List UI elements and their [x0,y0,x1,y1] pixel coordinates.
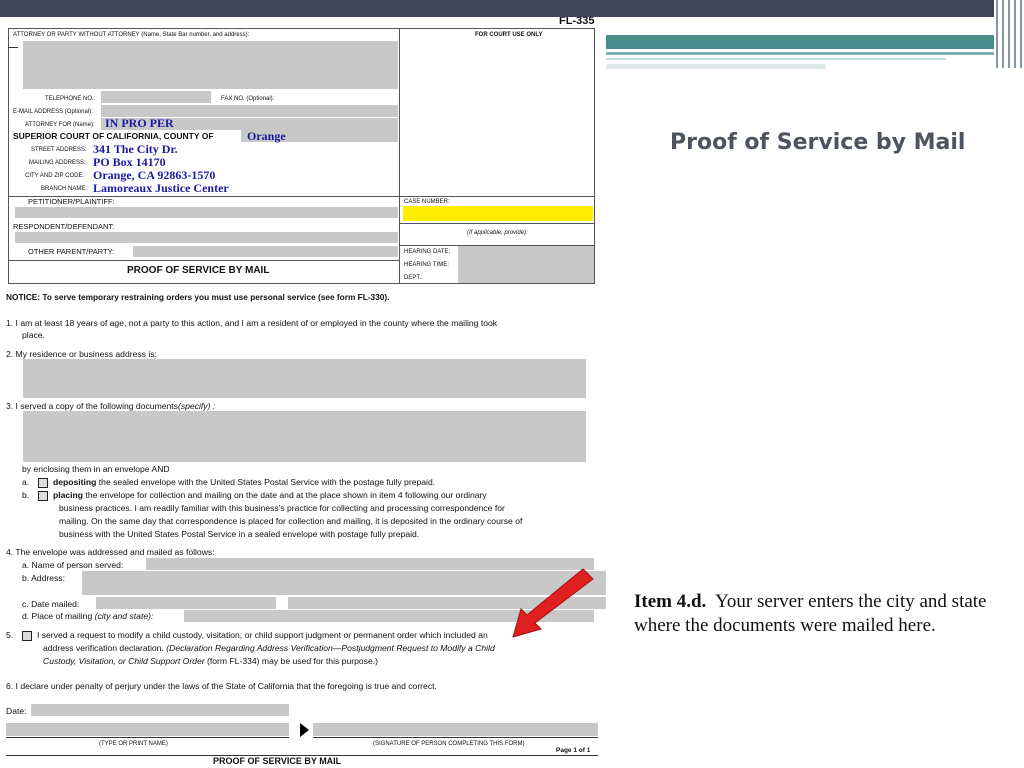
item-b: b. placing the envelope for collection a… [22,489,487,502]
accent-band [604,35,994,49]
cityzip-label: CITY AND ZIP CODE: [25,173,85,179]
county-value: Orange [247,129,286,143]
attorney-name-field[interactable] [23,41,398,89]
item-5-text-3b: (form FL-334) may be used for this purpo… [207,656,378,666]
hearing-fields[interactable] [458,246,594,283]
page-number: Page 1 of 1 [556,747,591,754]
item-4: 4. The envelope was addressed and mailed… [6,547,215,557]
caption-item-label: Item 4.d. [634,591,707,612]
signature-label: (SIGNATURE OF PERSON COMPLETING THIS FOR… [373,741,525,747]
attorney-for-label: ATTORNEY FOR (Name): [25,122,95,128]
red-arrow-icon [512,568,594,638]
item-4d: d. Place of mailing (city and state): [22,610,153,623]
placing-checkbox[interactable] [37,490,48,501]
item-4a: a. Name of person served: [22,560,124,570]
court-label: SUPERIOR COURT OF CALIFORNIA, COUNTY OF [13,131,214,141]
attorney-header: ATTORNEY OR PARTY WITHOUT ATTORNEY (Name… [13,32,250,38]
street-label: STREET ADDRESS: [31,147,87,153]
slide-caption: Item 4.d. Your server enters the city an… [634,590,994,638]
item-a-text: the sealed envelope with the United Stat… [98,477,436,487]
item-4b: b. Address: [22,573,65,583]
footer-title: PROOF OF SERVICE BY MAIL [213,756,342,766]
item-5-line-3: Custody, Visitation, or Child Support Or… [43,655,378,668]
dept-label: DEPT.: [404,275,423,281]
item-5-text-2a: address verification declaration. [43,643,164,653]
branch-label: BRANCH NAME: [41,186,88,192]
margin-mark [8,47,18,48]
doc-title: PROOF OF SERVICE BY MAIL [127,265,270,276]
accent-line [606,52,996,55]
type-name-label: (TYPE OR PRINT NAME) [99,741,168,747]
item-b-text-1: the envelope for collection and mailing … [85,490,487,500]
documents-field[interactable] [23,411,586,462]
item-3-specify: (specify) : [177,401,216,411]
item-5-text-1: I served a request to modify a child cus… [36,630,488,640]
date-label: Date: [6,706,27,716]
enclosing-text: by enclosing them in an envelope AND [22,464,170,474]
item-5-text-3a: Custody, Visitation, or Child Support Or… [43,656,205,666]
item-a: a. depositing the sealed envelope with t… [22,476,435,489]
fax-label: FAX NO. (Optional): [221,96,275,102]
signature-line [6,737,289,738]
divider [8,260,400,261]
item-b-bold: placing [52,490,84,500]
respondent-field[interactable] [15,232,398,243]
item-1: 1. I am at least 18 years of age, not a … [6,318,498,328]
telephone-field[interactable] [101,91,211,103]
top-bar [0,0,1024,17]
other-parent-label: OTHER PARENT/PARTY: [28,247,115,256]
item-6: 6. I declare under penalty of perjury un… [6,681,437,691]
item-5: 5. I served a request to modify a child … [6,629,488,642]
item-b-text-2: business practices. I am readily familia… [59,503,505,513]
item-5-text-2b: (Declaration Regarding Address Verificat… [166,643,495,653]
sign-arrow-icon [300,723,309,737]
other-parent-field[interactable] [133,246,398,257]
email-label: E-MAIL ADDRESS (Optional): [13,109,93,115]
signature-line [313,737,598,738]
item-1-continued: place. [22,330,45,340]
accent-line-light [606,58,946,60]
hearing-date-label: HEARING DATE: [404,249,451,255]
respondent-label: RESPONDENT/DEFENDANT: [13,222,115,231]
item-b-label: b. [22,490,30,500]
court-use-label: FOR COURT USE ONLY [475,32,543,38]
court-use-box [399,28,595,197]
petitioner-field[interactable] [15,207,398,218]
item-4d-text: d. Place of mailing [22,611,93,621]
depositing-checkbox[interactable] [37,477,48,488]
divider [399,223,595,224]
branch-value: Lamoreaux Justice Center [93,181,229,195]
item-b-text-3: mailing. On the same day that correspond… [59,516,523,526]
item-3-text: 3. I served a copy of the following docu… [6,401,178,411]
item-a-bold: depositing [52,477,97,487]
case-number-field[interactable] [403,206,593,221]
item-5-line-2: address verification declaration. (Decla… [43,642,495,655]
signature-field[interactable] [313,723,598,736]
court-form: FL-335 ATTORNEY OR PARTY WITHOUT ATTORNE… [3,17,606,768]
item-4d-italic: (city and state): [94,611,154,621]
item-b-text-4: business with the United States Postal S… [59,529,420,539]
telephone-label: TELEPHONE NO.: [45,96,96,102]
hearing-time-label: HEARING TIME: [404,262,449,268]
item-4c: c. Date mailed: [22,599,80,609]
item-5-checkbox[interactable] [21,630,32,641]
item-a-label: a. [22,477,30,487]
item-5-num: 5. [6,630,14,640]
print-name-field[interactable] [6,723,289,736]
form-number: FL-335 [559,17,595,27]
if-applicable-label: (If applicable, provide): [467,230,528,236]
attorney-for-value: IN PRO PER [105,116,174,130]
signature-date-field[interactable] [31,704,289,716]
residence-address-field[interactable] [23,359,586,398]
case-number-label: CASE NUMBER: [404,199,450,205]
notice-text: NOTICE: To serve temporary restraining o… [6,292,390,302]
slide-title: Proof of Service by Mail [670,130,966,155]
accent-line-faint [606,64,826,69]
mailing-label: MAILING ADDRESS: [29,160,86,166]
decorative-stripes [994,0,1024,70]
date-mailed-field[interactable] [96,597,276,609]
petitioner-label: PETITIONER/PLAINTIFF: [28,197,115,206]
